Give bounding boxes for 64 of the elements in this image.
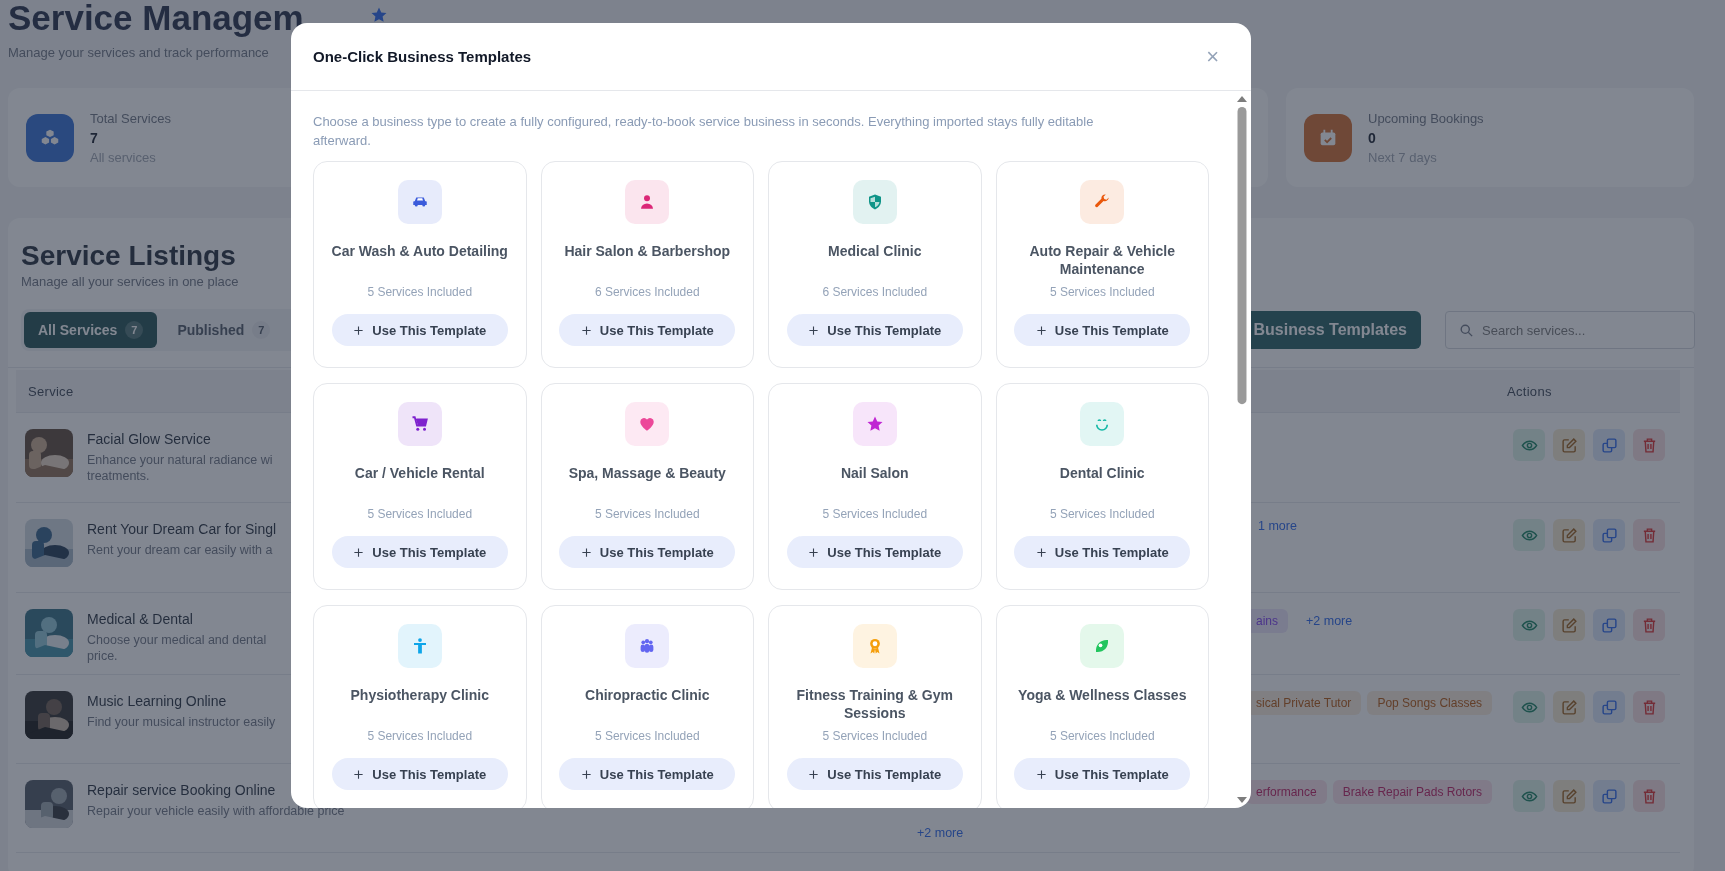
services-count: 5 Services Included [594,729,700,743]
page-title: Service Managem [8,0,305,39]
column-header: Service [27,383,75,399]
service-title: Rent Your Dream Car for Singl [87,521,277,537]
services-count: 6 Services Included [822,285,928,299]
use-template-button[interactable]: Use This Template [786,758,963,790]
template-name: Yoga & Wellness Classes [1018,686,1187,705]
services-count: 5 Services Included [822,729,928,743]
service-description: Rent your dream car easily with a [87,542,274,558]
search-field[interactable]: Search services... [1445,311,1695,349]
template-name: Auto Repair & Vehicle Maintenance [1028,242,1176,279]
column-header: Actions [1506,383,1553,399]
template-name: Fitness Training & Gym Sessions [795,686,954,723]
service-description: Enhance your natural radiance wi [87,452,273,468]
section-title: Service Listings [21,240,236,272]
services-count: 5 Services Included [822,507,928,521]
use-template-button[interactable]: Use This Template [1014,536,1191,568]
use-template-button[interactable]: Use This Template [1014,758,1191,790]
services-count: 5 Services Included [1049,507,1155,521]
service-title: Facial Glow Service [87,431,212,447]
services-count: 5 Services Included [594,507,700,521]
use-template-button[interactable]: Use This Template [1014,314,1191,346]
template-name: Car / Vehicle Rental [354,464,485,483]
use-template-button[interactable]: Use This Template [559,758,736,790]
service-tag: erformance [1246,780,1327,804]
use-template-button[interactable]: Use This Template [559,536,736,568]
page-subtitle: Manage your services and track performance [8,44,269,62]
template-name: Car Wash & Auto Detailing [331,242,508,261]
stat-value: 0 [1368,129,1377,146]
service-description: Choose your medical and dental [87,632,267,648]
use-template-button[interactable]: Use This Template [331,314,508,346]
template-name: Spa, Massage & Beauty [568,464,726,483]
modal-description: Choose a business type to create a fully configured, ready-to-book service business in seconds. Everything imported stays fully editable afterward. [313,113,1095,150]
use-template-button[interactable]: Use This Template [786,536,963,568]
template-name: Dental Clinic [1059,464,1145,483]
count-badge: 7 [252,321,271,339]
stat-label: Total Services [90,110,171,126]
service-title: Repair service Booking Online [87,782,277,798]
service-title: Medical & Dental [87,611,194,627]
services-count: 5 Services Included [367,507,473,521]
services-count: 5 Services Included [367,285,473,299]
use-template-button[interactable]: Use This Template [331,536,508,568]
service-tag: Brake Repair Pads Rotors [1332,780,1493,804]
service-description: Repair your vehicle easily with affordable price [87,803,345,819]
services-count: 5 Services Included [1049,285,1155,299]
services-count: 5 Services Included [1049,729,1155,743]
template-name: Hair Salon & Barbershop [564,242,731,261]
services-count: 6 Services Included [594,285,700,299]
template-name: Medical Clinic [828,242,922,261]
service-tag: Pop Songs Classes [1367,691,1493,715]
use-template-button[interactable]: Use This Template [331,758,508,790]
stat-value: 7 [90,129,99,146]
service-description: treatments. [87,468,151,484]
service-description: Find your musical instructor easily [87,714,276,730]
service-title: Music Learning Online [87,693,228,709]
stat-label: Upcoming Bookings [1368,110,1484,126]
template-name: Physiotherapy Clinic [350,686,489,705]
use-template-button[interactable]: Use This Template [786,314,963,346]
service-description: price. [87,648,119,664]
use-template-button[interactable]: Use This Template [559,314,736,346]
services-count: 5 Services Included [367,729,473,743]
template-name: Nail Salon [840,464,909,483]
template-name: Chiropractic Clinic [585,686,710,705]
modal-title: One-Click Business Templates [313,48,532,65]
